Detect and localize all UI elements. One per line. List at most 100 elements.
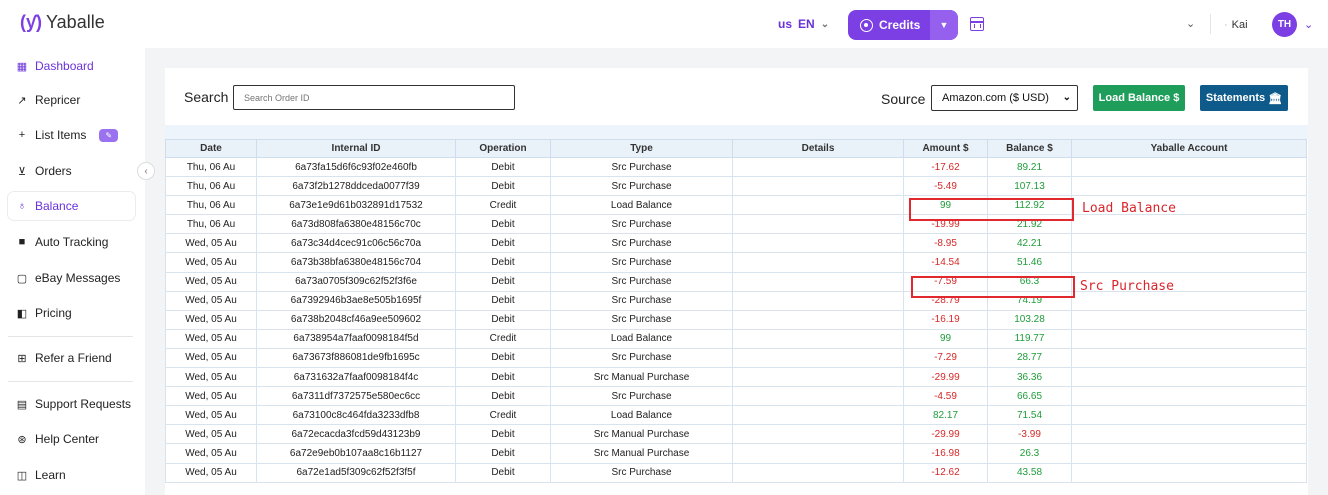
table-cell-operation: Debit <box>455 214 551 235</box>
table-cell-details <box>732 347 904 369</box>
column-header-balance[interactable]: Balance $ <box>987 139 1072 158</box>
logo-icon: (ƴ) <box>20 12 42 32</box>
statements-label: Statements <box>1205 92 1266 104</box>
table-row[interactable]: Wed, 05 Au 6a72e9eb0b107aa8c16b1127 Debit S… <box>165 443 1307 464</box>
sidebar-item-repricer[interactable]: ↗ Repricer <box>8 86 135 114</box>
table-cell-type: Load Balance <box>550 195 733 216</box>
table-cell-details <box>732 328 904 349</box>
table-cell-balance: 119.77 <box>987 328 1072 349</box>
sidebar-item-support-requests[interactable]: ▤ Support Requests <box>8 390 135 418</box>
table-header-row: Date Internal ID Operation Type Details … <box>165 139 1307 158</box>
chevron-down-icon[interactable]: ⌄ <box>1186 17 1195 30</box>
sidebar-item-help-center[interactable]: ⊛ Help Center <box>8 425 135 453</box>
table-cell-operation: Debit <box>455 233 551 254</box>
sidebar-item-pricing[interactable]: ◧ Pricing <box>8 299 135 327</box>
calendar-icon[interactable] <box>970 17 984 31</box>
chevron-down-icon: ⌄ <box>1062 92 1071 103</box>
table-cell-date: Wed, 05 Au <box>165 328 257 349</box>
trend-icon: ↗ <box>17 94 27 107</box>
table-cell-operation: Debit <box>455 271 551 292</box>
table-cell-date: Wed, 05 Au <box>165 290 257 311</box>
sidebar-item-dashboard[interactable]: ▦ Dashboard <box>8 52 135 80</box>
table-cell-balance: 36.36 <box>987 367 1072 388</box>
table-row[interactable]: Wed, 05 Au 6a73100c8c464fda3233dfb8 Credit… <box>165 405 1307 426</box>
language-selector[interactable]: us EN ⌄ <box>778 17 829 31</box>
table-cell-type: Src Purchase <box>550 214 733 235</box>
sidebar-item-label: Help Center <box>35 432 100 446</box>
table-cell-details <box>732 156 904 178</box>
table-cell-date: Thu, 06 Au <box>165 176 257 197</box>
table-row[interactable]: Thu, 06 Au 6a73fa15d6f6c93f02e460fb Debit S… <box>165 156 1307 178</box>
annotation-label-load-balance: Load Balance <box>1082 201 1176 216</box>
table-row[interactable]: Wed, 05 Au 6a73673f886081de9fb1695c Debit S… <box>165 347 1307 369</box>
sidebar-item-label: Dashboard <box>35 59 94 73</box>
chat-icon: ▢ <box>16 272 28 285</box>
table-cell-operation: Debit <box>455 386 551 407</box>
table-row[interactable]: Thu, 06 Au 6a73f2b1278ddceda0077f39 Debit S… <box>165 176 1307 197</box>
table-row[interactable]: Wed, 05 Au 6a7311df7372575e580ec6cc Debit S… <box>165 386 1307 407</box>
table-cell-details <box>732 386 904 407</box>
plus-icon: + <box>18 129 26 141</box>
column-header-internal-id[interactable]: Internal ID <box>256 139 456 158</box>
sidebar-item-orders[interactable]: ⊻ Orders <box>8 157 135 185</box>
sidebar-item-label: eBay Messages <box>35 271 121 285</box>
user-name[interactable]: · Kai <box>1224 19 1248 31</box>
source-select[interactable]: Amazon.com ($ USD) ⌄ <box>931 85 1078 111</box>
table-cell-type: Src Purchase <box>550 309 733 330</box>
credits-dropdown-button[interactable]: ▼ <box>930 10 958 40</box>
table-cell-yaballe-account <box>1071 233 1307 254</box>
table-row[interactable]: Wed, 05 Au 6a7392946b3ae8e505b1695f Debit S… <box>165 290 1307 311</box>
table-row[interactable]: Wed, 05 Au 6a73c34d4cec91c06c56c70a Debit S… <box>165 233 1307 254</box>
collapse-sidebar-button[interactable]: ‹ <box>137 162 155 180</box>
table-row[interactable]: Wed, 05 Au 6a73b38bfa6380e48156c704 Debit S… <box>165 252 1307 273</box>
column-header-operation[interactable]: Operation <box>455 139 551 158</box>
sidebar-item-learn[interactable]: ◫ Learn <box>8 461 135 489</box>
sidebar-item-balance[interactable]: ♁ Balance <box>8 192 135 220</box>
table-cell-operation: Debit <box>455 156 551 178</box>
column-header-details[interactable]: Details <box>732 139 904 158</box>
table-cell-yaballe-account <box>1071 462 1307 483</box>
table-cell-yaballe-account <box>1071 176 1307 197</box>
table-cell-amount: -7.59 <box>903 271 988 292</box>
table-cell-internal-id: 6a73fa15d6f6c93f02e460fb <box>256 156 456 178</box>
table-cell-details <box>732 443 904 464</box>
table-cell-details <box>732 195 904 216</box>
table-row[interactable]: Wed, 05 Au 6a72e1ad5f309c62f52f3f5f Debit S… <box>165 462 1307 483</box>
table-cell-internal-id: 6a72e1ad5f309c62f52f3f5f <box>256 462 456 483</box>
grid-icon: ▦ <box>16 60 28 73</box>
table-row[interactable]: Wed, 05 Au 6a731632a7faaf0098184f4c Debit S… <box>165 367 1307 388</box>
credits-main[interactable]: Credits <box>848 10 930 40</box>
table-cell-amount: -17.62 <box>903 156 988 178</box>
search-input[interactable] <box>233 85 515 110</box>
column-header-date[interactable]: Date <box>165 139 257 158</box>
table-cell-operation: Credit <box>455 405 551 426</box>
table-cell-details <box>732 367 904 388</box>
column-header-type[interactable]: Type <box>550 139 733 158</box>
chevron-down-icon[interactable]: ⌄ <box>1304 18 1313 31</box>
sidebar-item-auto-tracking[interactable]: ■ Auto Tracking <box>8 228 135 256</box>
money-bag-icon: ♁ <box>17 200 27 212</box>
sidebar-item-label: List Items <box>35 128 87 142</box>
sidebar-item-list-items[interactable]: + List Items ✎ <box>8 121 135 149</box>
table-row[interactable]: Thu, 06 Au 6a73d808fa6380e48156c70c Debit S… <box>165 214 1307 235</box>
load-balance-button[interactable]: Load Balance $ <box>1093 85 1185 111</box>
table-row[interactable]: Wed, 05 Au 6a738954a7faaf0098184f5d Credit… <box>165 328 1307 349</box>
table-cell-yaballe-account <box>1071 309 1307 330</box>
column-header-yaballe-account[interactable]: Yaballe Account <box>1071 139 1307 158</box>
sidebar-item-ebay-messages[interactable]: ▢ eBay Messages <box>8 264 135 292</box>
table-cell-amount: -16.98 <box>903 443 988 464</box>
logo[interactable]: (ƴ) Yaballe <box>20 12 105 33</box>
table-row[interactable]: Wed, 05 Au 6a738b2048cf46a9ee509602 Debit S… <box>165 309 1307 330</box>
user-name-text: Kai <box>1231 19 1248 31</box>
statements-button[interactable]: Statements 🏛 <box>1200 85 1288 111</box>
avatar[interactable]: TH <box>1272 12 1297 37</box>
table-row[interactable]: Wed, 05 Au 6a72ecacda3fcd59d43123b9 Debit S… <box>165 424 1307 445</box>
table-cell-amount: -29.99 <box>903 424 988 445</box>
sidebar-item-refer-a-friend[interactable]: ⊞ Refer a Friend <box>8 344 135 372</box>
column-header-amount[interactable]: Amount $ <box>903 139 988 158</box>
sidebar-item-label: Orders <box>35 164 72 178</box>
credits-button[interactable]: Credits ▼ <box>848 10 958 40</box>
table-cell-yaballe-account <box>1071 347 1307 369</box>
table-cell-balance: 103.28 <box>987 309 1072 330</box>
table-cell-details <box>732 405 904 426</box>
